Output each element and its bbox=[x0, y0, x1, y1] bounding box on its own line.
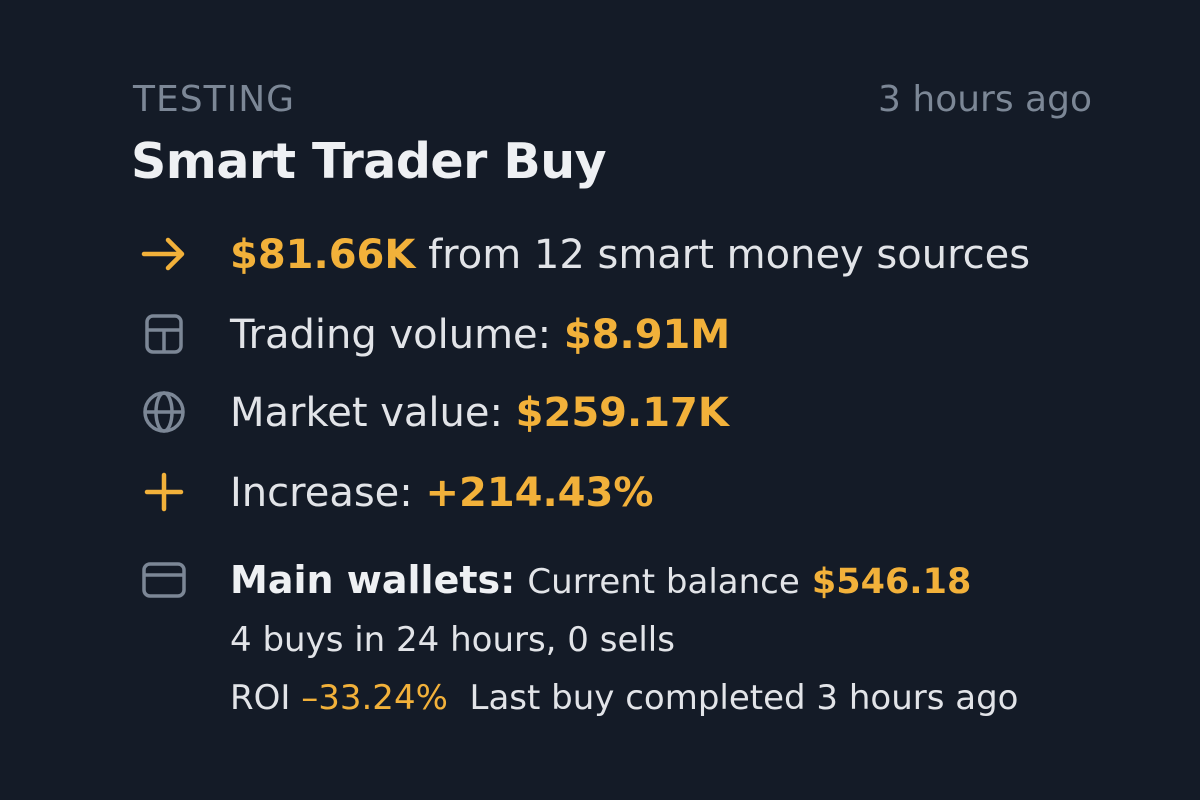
increase-text: Increase: +214.43% bbox=[230, 468, 653, 518]
sources-text: $81.66K from 12 smart money sources bbox=[230, 230, 1030, 280]
market-value-label: Market value: bbox=[230, 390, 516, 436]
timestamp: 3 hours ago bbox=[878, 79, 1092, 120]
globe-icon bbox=[140, 388, 188, 436]
volume-text: Trading volume: $8.91M bbox=[230, 310, 730, 360]
sources-description: from 12 smart money sources bbox=[415, 232, 1031, 278]
last-buy-text: Last buy completed 3 hours ago bbox=[469, 678, 1019, 718]
volume-value: $8.91M bbox=[563, 312, 731, 358]
roi-label: ROI bbox=[230, 678, 291, 718]
notification-card: TESTING 3 hours ago Smart Trader Buy $81… bbox=[0, 0, 1200, 800]
layout-panel-icon bbox=[140, 310, 188, 358]
wallet-balance-line: Main wallets: Current balance $546.18 bbox=[230, 556, 971, 606]
wallet-roi-line: ROI –33.24% Last buy completed 3 hours a… bbox=[230, 676, 1018, 720]
increase-value: +214.43% bbox=[425, 470, 654, 516]
market-value-value: $259.17K bbox=[515, 390, 729, 436]
balance-value: $546.18 bbox=[811, 562, 972, 602]
roi-value: –33.24% bbox=[301, 678, 448, 718]
balance-label: Current balance bbox=[527, 562, 800, 602]
increase-label: Increase: bbox=[230, 470, 426, 516]
credit-card-icon bbox=[140, 556, 188, 604]
category-label: TESTING bbox=[133, 79, 296, 120]
sources-amount: $81.66K bbox=[230, 232, 416, 278]
wallet-activity: 4 buys in 24 hours, 0 sells bbox=[230, 620, 675, 660]
market-value-text: Market value: $259.17K bbox=[230, 388, 729, 438]
plus-icon bbox=[140, 468, 188, 516]
arrow-right-icon bbox=[140, 230, 188, 278]
page-title: Smart Trader Buy bbox=[131, 133, 607, 190]
volume-label: Trading volume: bbox=[230, 312, 564, 358]
main-wallets-label: Main wallets: bbox=[230, 558, 516, 602]
